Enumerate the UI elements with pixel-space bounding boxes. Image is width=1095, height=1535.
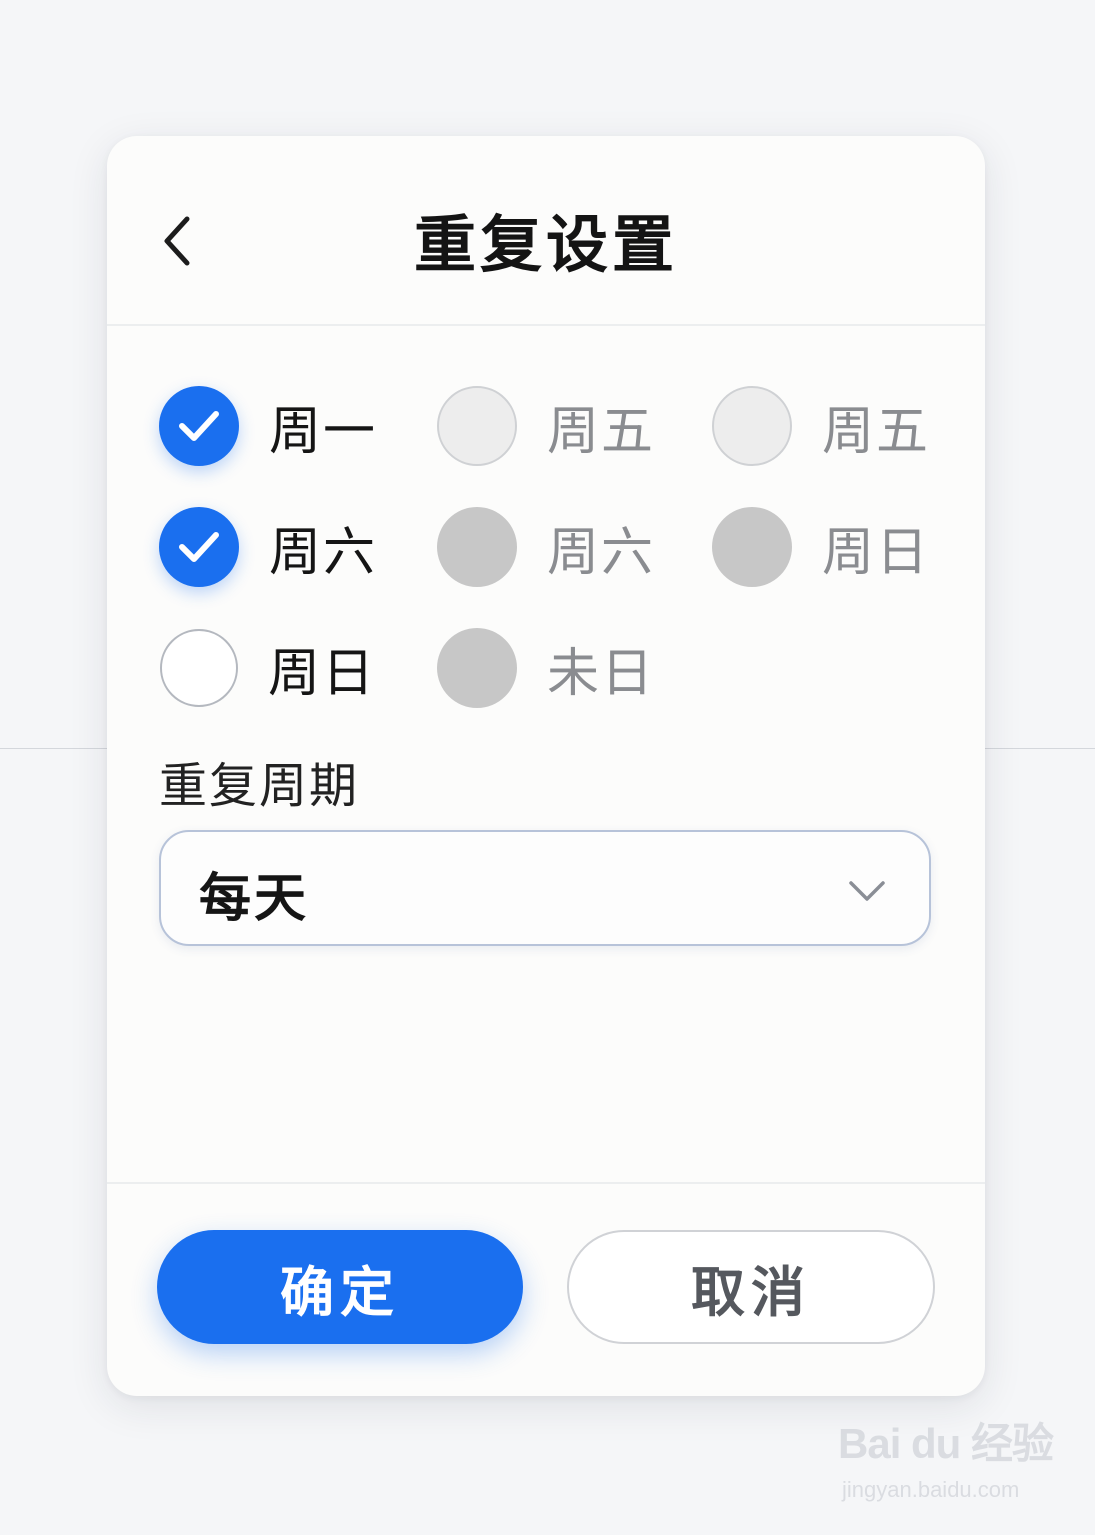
day-label: 周六 — [547, 522, 656, 583]
day-option-fri-2[interactable]: 周五 — [712, 384, 930, 468]
day-option-sun[interactable]: 周日 — [159, 626, 376, 710]
day-label: 周五 — [822, 401, 931, 462]
unchecked-checkbox[interactable] — [160, 629, 238, 707]
day-label: 周五 — [547, 401, 656, 462]
disabled-checkbox — [712, 507, 792, 587]
disabled-checkbox — [437, 507, 517, 587]
day-option-mon[interactable]: 周一 — [159, 384, 377, 468]
checkmark-icon — [179, 532, 219, 562]
day-label: 未日 — [547, 643, 656, 704]
footer-divider — [107, 1182, 985, 1184]
day-label: 周六 — [269, 522, 378, 583]
repeat-period-select[interactable]: 每天 — [159, 830, 931, 946]
disabled-checkbox — [437, 628, 517, 708]
dialog-header: 重复设置 — [107, 136, 985, 326]
day-label: 周日 — [268, 643, 377, 704]
unchecked-checkbox[interactable] — [437, 386, 517, 466]
confirm-button[interactable]: 确定 — [157, 1230, 523, 1344]
day-option-sat-disabled: 周六 — [437, 505, 655, 589]
repeat-period-label: 重复周期 — [159, 758, 360, 814]
unchecked-checkbox[interactable] — [712, 386, 792, 466]
checked-checkbox[interactable] — [159, 386, 239, 466]
watermark-url: jingyan.baidu.com — [842, 1477, 1020, 1502]
baidu-jingyan-watermark: Bai du 经验 jingyan.baidu.com — [838, 1410, 1068, 1520]
background-divider-left — [0, 748, 108, 749]
day-option-disabled: 未日 — [437, 626, 655, 710]
select-value: 每天 — [199, 869, 310, 929]
watermark-brand: Bai du 经验 — [838, 1420, 1054, 1467]
background-divider-right — [984, 748, 1095, 749]
checkmark-icon — [179, 411, 219, 441]
checked-checkbox[interactable] — [159, 507, 239, 587]
day-option-fri[interactable]: 周五 — [437, 384, 655, 468]
day-label: 周日 — [822, 522, 931, 583]
cancel-button[interactable]: 取消 — [567, 1230, 935, 1344]
chevron-down-icon — [849, 881, 885, 901]
day-option-sat[interactable]: 周六 — [159, 505, 377, 589]
day-option-sun-disabled: 周日 — [712, 505, 930, 589]
day-label: 周一 — [269, 401, 378, 462]
dialog-title: 重复设置 — [413, 208, 678, 281]
repeat-settings-dialog: 重复设置 周一 周五 周五 周六 周六 周日 周日 未日 重复周期 每天 确定 … — [107, 136, 985, 1396]
watermark-logo: Bai du 经验 — [838, 1410, 1068, 1471]
